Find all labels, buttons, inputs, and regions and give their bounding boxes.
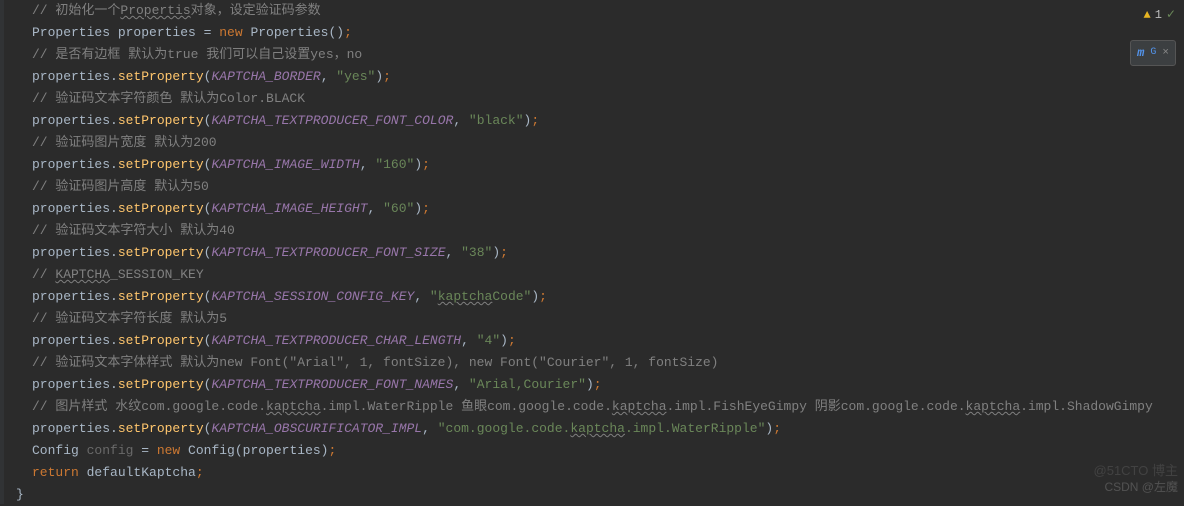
watermark: CSDN @左魔	[1104, 476, 1178, 498]
code-line: // 初始化一个Propertis对象，设定验证码参数	[8, 0, 1184, 22]
code-line: properties.setProperty(KAPTCHA_TEXTPRODU…	[8, 110, 1184, 132]
code-line: properties.setProperty(KAPTCHA_IMAGE_HEI…	[8, 198, 1184, 220]
code-line: // 验证码文本字符大小 默认为40	[8, 220, 1184, 242]
code-line: Properties properties = new Properties()…	[8, 22, 1184, 44]
code-line: // 图片样式 水纹com.google.code.kaptcha.impl.W…	[8, 396, 1184, 418]
code-line: Config config = new Config(properties);	[8, 440, 1184, 462]
code-line: properties.setProperty(KAPTCHA_IMAGE_WID…	[8, 154, 1184, 176]
code-line: properties.setProperty(KAPTCHA_SESSION_C…	[8, 286, 1184, 308]
code-line: properties.setProperty(KAPTCHA_TEXTPRODU…	[8, 374, 1184, 396]
code-line: // 验证码图片宽度 默认为200	[8, 132, 1184, 154]
code-line: return defaultKaptcha;	[8, 462, 1184, 484]
code-line: properties.setProperty(KAPTCHA_TEXTPRODU…	[8, 330, 1184, 352]
code-line: // KAPTCHA_SESSION_KEY	[8, 264, 1184, 286]
code-line: // 验证码文本字符长度 默认为5	[8, 308, 1184, 330]
code-line: properties.setProperty(KAPTCHA_BORDER, "…	[8, 66, 1184, 88]
code-line: // 验证码图片高度 默认为50	[8, 176, 1184, 198]
code-line: // 验证码文本字符颜色 默认为Color.BLACK	[8, 88, 1184, 110]
code-line: properties.setProperty(KAPTCHA_OBSCURIFI…	[8, 418, 1184, 440]
code-line: properties.setProperty(KAPTCHA_TEXTPRODU…	[8, 242, 1184, 264]
code-editor[interactable]: // 初始化一个Propertis对象，设定验证码参数 Properties p…	[0, 0, 1184, 506]
code-line: // 是否有边框 默认为true 我们可以自己设置yes，no	[8, 44, 1184, 66]
code-line: }	[8, 484, 1184, 506]
code-line: // 验证码文本字体样式 默认为new Font("Arial", 1, fon…	[8, 352, 1184, 374]
